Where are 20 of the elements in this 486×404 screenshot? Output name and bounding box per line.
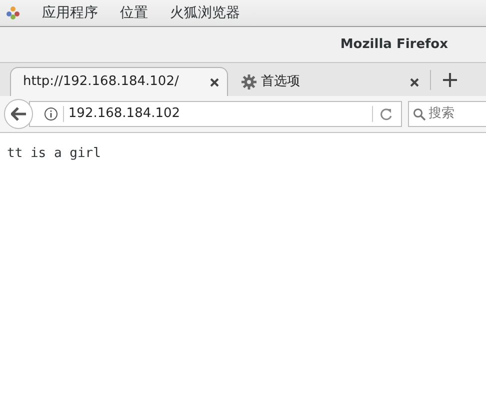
- page-text: tt is a girl: [6, 145, 102, 163]
- menu-item[interactable]: 火狐浏览器: [170, 2, 240, 24]
- browser-tab[interactable]: http://192.168.184.102/: [10, 67, 228, 96]
- new-tab-icon[interactable]: [443, 72, 457, 86]
- search-field[interactable]: 搜索: [408, 101, 486, 127]
- back-button[interactable]: [4, 99, 34, 129]
- menu-item[interactable]: 位置: [120, 2, 148, 24]
- menu-item[interactable]: 应用程序: [42, 2, 98, 24]
- gear-icon: [241, 74, 257, 90]
- address-field[interactable]: 192.168.184.102: [29, 101, 402, 127]
- tab-title: http://192.168.184.102/: [23, 73, 179, 92]
- app-logo-icon: [6, 6, 20, 20]
- tab-title: 首选项: [261, 73, 300, 92]
- back-arrow-icon: [10, 107, 27, 121]
- window-title: Mozilla Firefox: [340, 36, 448, 54]
- close-icon[interactable]: [210, 78, 219, 86]
- search-icon: [412, 108, 426, 120]
- browser-tab[interactable]: 首选项: [228, 67, 428, 96]
- info-icon[interactable]: [44, 107, 58, 121]
- close-icon[interactable]: [410, 78, 419, 86]
